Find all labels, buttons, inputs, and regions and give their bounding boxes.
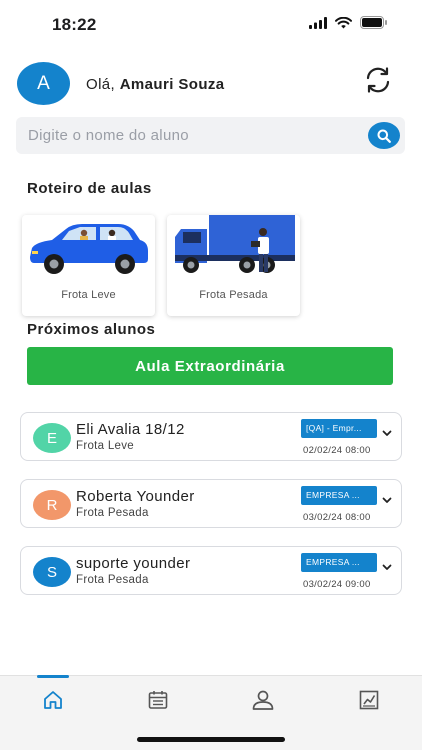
route-card-light-fleet[interactable]: Frota Leve — [22, 215, 155, 316]
student-fleet: Frota Pesada — [76, 574, 149, 586]
home-icon — [44, 691, 62, 709]
greeting: Olá, Amauri Souza — [86, 76, 225, 93]
student-avatar: E — [33, 423, 71, 453]
student-card[interactable]: S suporte younder Frota Pesada EMPRESA .… — [20, 546, 402, 595]
chevron-down-icon[interactable] — [381, 494, 393, 506]
profile-icon — [252, 690, 274, 710]
route-card-heavy-fleet[interactable]: Frota Pesada — [167, 215, 300, 316]
student-card[interactable]: E Eli Avalia 18/12 Frota Leve [QA] - Emp… — [20, 412, 402, 461]
tab-profile[interactable] — [233, 676, 293, 724]
search-input[interactable] — [28, 117, 358, 154]
user-avatar[interactable]: A — [17, 62, 70, 105]
search-button[interactable] — [368, 122, 400, 149]
search-bar — [16, 117, 405, 154]
student-fleet: Frota Pesada — [76, 507, 149, 519]
student-name: Eli Avalia 18/12 — [76, 421, 185, 438]
student-fleet: Frota Leve — [76, 440, 134, 452]
car-illustration — [30, 224, 148, 274]
battery-icon — [360, 16, 387, 29]
header: A Olá, Amauri Souza — [0, 58, 422, 110]
truck-illustration — [175, 215, 295, 273]
company-badge: [QA] - Empr... — [301, 419, 377, 438]
status-time: 18:22 — [52, 15, 97, 34]
chevron-down-icon[interactable] — [381, 561, 393, 573]
route-card-label: Frota Leve — [61, 289, 116, 301]
home-indicator — [137, 737, 285, 742]
company-badge: EMPRESA ... — [301, 553, 377, 572]
route-card-label: Frota Pesada — [199, 289, 268, 301]
refresh-icon — [366, 67, 390, 93]
student-avatar: R — [33, 490, 71, 520]
wifi-icon — [335, 16, 352, 28]
student-name: suporte younder — [76, 555, 191, 572]
student-card[interactable]: R Roberta Younder Frota Pesada EMPRESA .… — [20, 479, 402, 528]
tab-reports[interactable] — [339, 676, 399, 724]
report-icon — [359, 690, 379, 710]
signal-icon — [309, 16, 327, 29]
chevron-down-icon[interactable] — [381, 427, 393, 439]
upcoming-title: Próximos alunos — [27, 321, 156, 338]
tab-home[interactable] — [23, 676, 83, 724]
user-name: Amauri Souza — [119, 76, 225, 93]
tab-calendar[interactable] — [128, 676, 188, 724]
greeting-prefix: Olá, — [86, 76, 116, 93]
student-avatar: S — [33, 557, 71, 587]
company-badge: EMPRESA ... — [301, 486, 377, 505]
student-name: Roberta Younder — [76, 488, 195, 505]
status-icons — [309, 16, 388, 29]
refresh-button[interactable] — [362, 64, 394, 96]
lesson-datetime: 03/02/24 08:00 — [303, 512, 371, 523]
lesson-datetime: 02/02/24 08:00 — [303, 445, 371, 456]
status-bar: 18:22 — [0, 0, 422, 48]
extra-lesson-button[interactable]: Aula Extraordinária — [27, 347, 393, 385]
routes-title: Roteiro de aulas — [27, 180, 152, 197]
calendar-icon — [148, 691, 168, 709]
search-icon — [377, 129, 391, 143]
lesson-datetime: 03/02/24 09:00 — [303, 579, 371, 590]
